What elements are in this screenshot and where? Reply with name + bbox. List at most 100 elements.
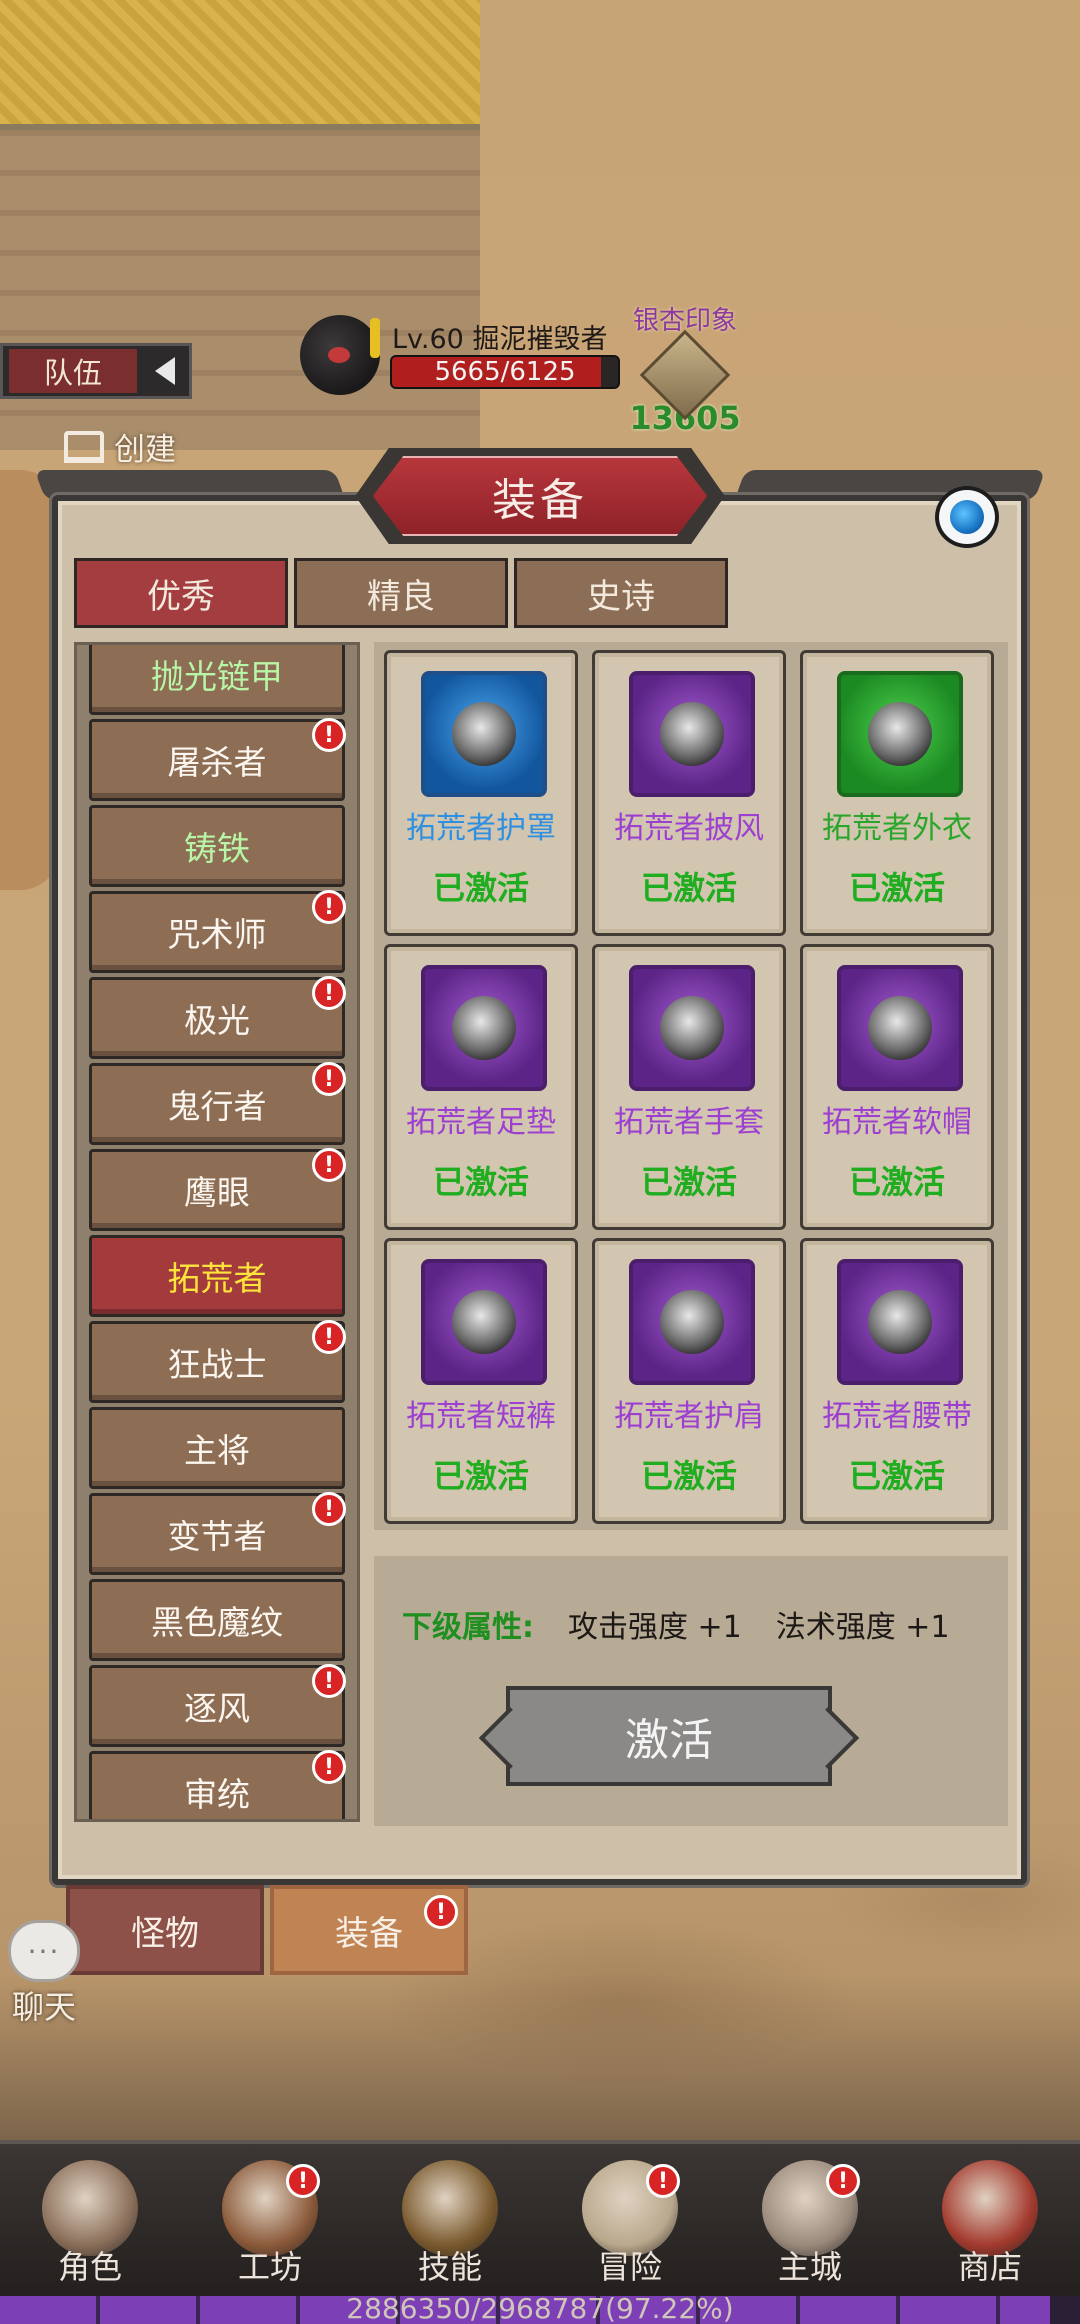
create-label: 创建 [114,432,176,468]
rock-cliff [0,130,480,450]
nav-character[interactable]: 角色 [0,2144,180,2294]
set-list-item[interactable]: 极光! [89,976,346,1059]
notification-badge: ! [312,1320,346,1354]
attribute-label: 下级属性: [402,1610,534,1645]
item-status: 已激活 [848,1457,945,1495]
equipment-slot[interactable]: 拓荒者短裤 已激活 [384,1238,578,1524]
nav-workshop[interactable]: 工坊! [180,2144,360,2294]
item-name: 拓荒者手套 [614,1105,764,1140]
create-button[interactable]: 创建 [64,424,176,469]
item-graphic [868,702,932,766]
attribute-area: 下级属性: 攻击强度 +1 法术强度 +1 激活 [374,1556,1008,1826]
subtab-monsters[interactable]: 怪物 [66,1885,264,1975]
nav-label: 技能 [417,2248,482,2286]
nav-items: 角色 工坊! 技能 冒险! 主城! 商店 [0,2144,1080,2294]
nav-adventure[interactable]: 冒险! [540,2144,720,2294]
notification-badge: ! [286,2164,320,2198]
item-graphic [660,1290,724,1354]
alert-icon [370,318,380,358]
set-list-label: 黑色魔纹 [151,1603,283,1642]
equipment-slot[interactable]: 拓荒者护罩 已激活 [384,650,578,936]
notification-badge: ! [312,1062,346,1096]
set-list-item[interactable]: 主将 [89,1407,345,1489]
set-list-item[interactable]: 黑色魔纹 [89,1579,345,1661]
set-list-item[interactable]: 狂战士! [89,1320,346,1403]
set-list-item[interactable]: 鬼行者! [89,1062,346,1145]
set-list-item[interactable]: 拓荒者 [89,1235,345,1317]
experience-bar: 2886350/2968787(97.22%) [0,2292,1080,2324]
activate-button[interactable]: 激活 [506,1686,832,1786]
notification-badge: ! [312,718,346,752]
nav-shop[interactable]: 商店 [900,2144,1080,2294]
team-tab[interactable]: 队伍 [0,343,192,399]
nav-label: 工坊 [237,2248,302,2286]
item-name: 拓荒者腰带 [822,1399,972,1434]
set-list-item[interactable]: 屠杀者! [89,718,346,801]
set-list-item[interactable]: 审统! [89,1750,346,1819]
set-list-label: 审统 [184,1775,250,1814]
item-name: 拓荒者足垫 [406,1105,556,1140]
boss-name: Lv.60 掘泥摧毁者 [392,324,608,355]
set-list-item[interactable]: 铸铁 [89,805,345,887]
notification-badge: ! [312,1750,346,1784]
set-list-item[interactable]: 鹰眼! [89,1148,346,1231]
set-list-item[interactable]: 变节者! [89,1492,346,1575]
boss-status[interactable]: Lv.60 掘泥摧毁者 5665/6125 [300,315,630,395]
subtab-label: 怪物 [131,1913,199,1954]
rock-edge [0,470,60,890]
item-name: 拓荒者软帽 [822,1105,972,1140]
equipment-slot[interactable]: 拓荒者腰带 已激活 [800,1238,994,1524]
chat-bubble-icon: ··· [8,1920,80,1982]
collapse-arrow-icon[interactable] [155,357,175,385]
item-name: 拓荒者护罩 [406,811,556,846]
notification-badge: ! [312,1492,346,1526]
item-status: 已激活 [432,869,529,907]
chat-label: 聊天 [11,1988,76,2026]
eye-pupil [950,500,984,534]
boss-hp-bar: 5665/6125 [390,355,620,389]
attribute-value: 攻击强度 +1 [568,1610,742,1645]
tab-fine[interactable]: 精良 [294,558,508,628]
tab-excellent[interactable]: 优秀 [74,558,288,628]
set-list-label: 抛光链甲 [151,657,283,696]
bottom-subtabs: 怪物 装备 ! [66,1885,468,1975]
team-tab-label: 队伍 [9,349,137,393]
set-list-item[interactable]: 咒术师! [89,890,346,973]
set-list-item[interactable]: 抛光链甲 [89,645,345,715]
subtab-equipment[interactable]: 装备 ! [270,1885,468,1975]
nav-skills[interactable]: 技能 [360,2144,540,2294]
equipment-slot[interactable]: 拓荒者护肩 已激活 [592,1238,786,1524]
equipment-slot[interactable]: 拓荒者足垫 已激活 [384,944,578,1230]
nav-castle[interactable]: 主城! [720,2144,900,2294]
item-status: 已激活 [432,1457,529,1495]
item-status: 已激活 [640,869,737,907]
nav-label: 商店 [957,2248,1022,2286]
nav-label: 冒险 [597,2248,662,2286]
set-list-scroll[interactable]: 抛光链甲 屠杀者! 铸铁 咒术师! 极光! 鬼行者! 鹰眼! 拓荒者 狂战士! 主将 变节者! 黑色魔… [74,642,360,1822]
panel-title-text: 装备 [492,475,588,526]
equipment-slot[interactable]: 拓荒者软帽 已激活 [800,944,994,1230]
equipment-slot[interactable]: 拓荒者披风 已激活 [592,650,786,936]
set-list-label: 拓荒者 [167,1259,267,1298]
chat-button[interactable]: ··· 聊天 [4,1920,84,2028]
set-list-label: 变节者 [167,1517,267,1556]
equipment-slot[interactable]: 拓荒者外衣 已激活 [800,650,994,936]
set-list-label: 咒术师 [167,915,267,954]
set-list: 抛光链甲 屠杀者! 铸铁 咒术师! 极光! 鬼行者! 鹰眼! 拓荒者 狂战士! 主将 变节者! 黑色魔… [89,645,346,1819]
eye-icon[interactable] [935,486,999,548]
item-graphic [660,996,724,1060]
nav-label: 角色 [57,2248,122,2286]
item-status: 已激活 [432,1163,529,1201]
cape-icon [629,671,755,797]
set-list-label: 逐风 [184,1689,250,1728]
set-list-label: 铸铁 [184,829,250,868]
boots-icon [421,965,547,1091]
imprint-currency[interactable]: 银杏印象 13605 [620,300,750,437]
nav-label: 主城 [777,2248,842,2286]
item-status: 已激活 [640,1457,737,1495]
set-list-item[interactable]: 逐风! [89,1664,346,1747]
attribute-row: 下级属性: 攻击强度 +1 法术强度 +1 [402,1602,950,1646]
equipment-slot[interactable]: 拓荒者手套 已激活 [592,944,786,1230]
subtab-label: 装备 [335,1913,403,1954]
tab-epic[interactable]: 史诗 [514,558,728,628]
